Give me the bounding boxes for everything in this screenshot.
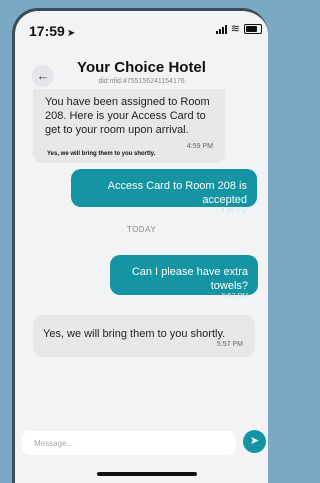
- signal-icon: [215, 24, 227, 34]
- message-input[interactable]: [22, 431, 236, 455]
- message-bubble-incoming[interactable]: Yes, we will bring them to you shortly. …: [33, 315, 255, 357]
- message-list[interactable]: You have been assigned to Room 208. Here…: [15, 89, 268, 425]
- date-divider: TODAY: [126, 225, 157, 234]
- message-time: 5:57 PM: [221, 293, 248, 300]
- reply-preview: Yes, we will bring them to you shortly.: [47, 151, 156, 157]
- contact-did: did:nfid:4755156241154176: [98, 78, 185, 85]
- wifi-icon: ≋: [230, 23, 240, 35]
- message-text: You have been assigned to Room 208. Here…: [45, 96, 210, 136]
- message-text: Access Card to Room 208 is accepted: [107, 180, 247, 206]
- message-bubble-incoming[interactable]: You have been assigned to Room 208. Here…: [33, 89, 225, 163]
- message-time: 4:59 PM: [220, 208, 247, 215]
- status-time-text: 17:59: [29, 23, 65, 39]
- page-title: Your Choice Hotel: [77, 59, 206, 76]
- message-text: Yes, we will bring them to you shortly.: [43, 328, 226, 340]
- message-time: 4:59 PM: [186, 143, 213, 150]
- phone-frame: 17:59 ➤ ≋ ← Your Choice Hotel did:nfid:47…: [12, 8, 268, 483]
- status-time: 17:59 ➤: [29, 23, 75, 39]
- send-button[interactable]: ➤: [243, 430, 266, 453]
- location-arrow-icon: ➤: [66, 28, 76, 39]
- status-bar: 17:59 ➤ ≋: [15, 11, 268, 47]
- battery-icon: [244, 24, 262, 34]
- message-text: Can I please have extra towels?: [131, 266, 248, 292]
- home-indicator[interactable]: [97, 472, 197, 476]
- message-time: 5:57 PM: [216, 341, 243, 348]
- message-bubble-outgoing[interactable]: Can I please have extra towels? 5:57 PM: [110, 255, 258, 300]
- message-bubble-outgoing[interactable]: Access Card to Room 208 is accepted 4:59…: [71, 169, 257, 215]
- system-icons: ≋: [215, 23, 262, 35]
- send-arrow-icon: ➤: [249, 435, 260, 447]
